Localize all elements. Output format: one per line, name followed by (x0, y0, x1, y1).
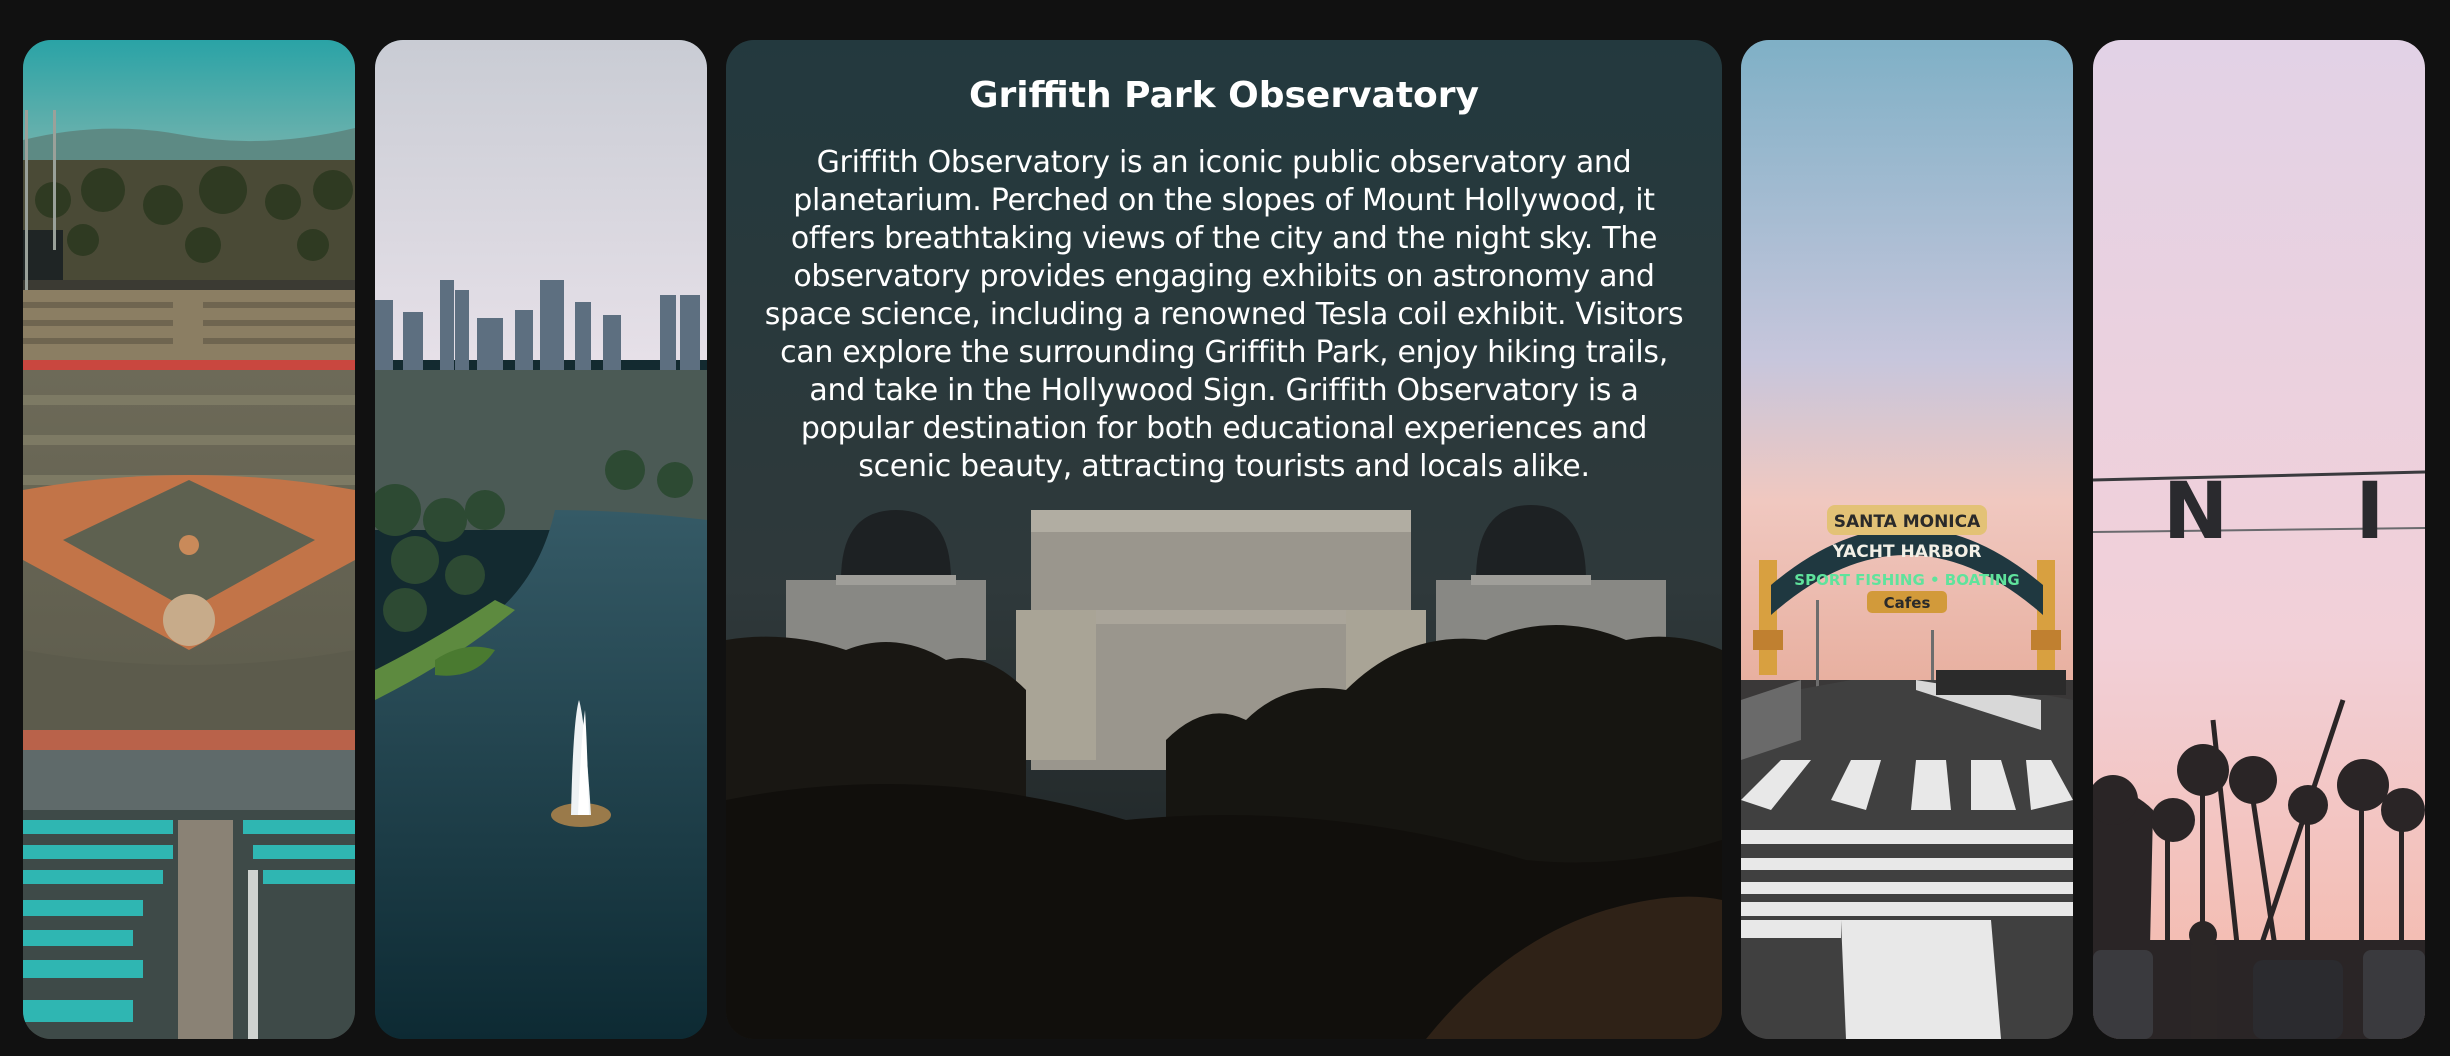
sign-top-text: SANTA MONICA (1834, 512, 1981, 532)
gallery-card-dodger-stadium[interactable] (23, 40, 355, 1039)
gallery-card-hollywood-sign[interactable]: N I (2093, 40, 2425, 1039)
gallery-card-griffith-observatory[interactable]: Griffith Park Observatory Griffith Obser… (726, 40, 1722, 1039)
dodger-stadium-image (23, 40, 355, 1039)
hollywood-sign-image: N I (2093, 40, 2425, 1039)
card-overlay: Griffith Park Observatory Griffith Obser… (726, 40, 1722, 486)
echo-park-lake-image (375, 40, 707, 1039)
sign-bottom-text: SPORT FISHING • BOATING (1794, 571, 2019, 589)
sign-middle-text: YACHT HARBOR (1831, 542, 1981, 562)
photo-gallery: Griffith Park Observatory Griffith Obser… (0, 0, 2450, 1056)
hollywood-letters: N I (2163, 467, 2425, 557)
gallery-card-echo-park-lake[interactable] (375, 40, 707, 1039)
sign-small-text: Cafes (1884, 594, 1931, 612)
santa-monica-pier-image: SANTA MONICA YACHT HARBOR SPORT FISHING … (1741, 40, 2073, 1039)
card-description: Griffith Observatory is an iconic public… (764, 145, 1684, 484)
gallery-card-santa-monica-pier[interactable]: SANTA MONICA YACHT HARBOR SPORT FISHING … (1741, 40, 2073, 1039)
card-title: Griffith Park Observatory (969, 75, 1479, 116)
